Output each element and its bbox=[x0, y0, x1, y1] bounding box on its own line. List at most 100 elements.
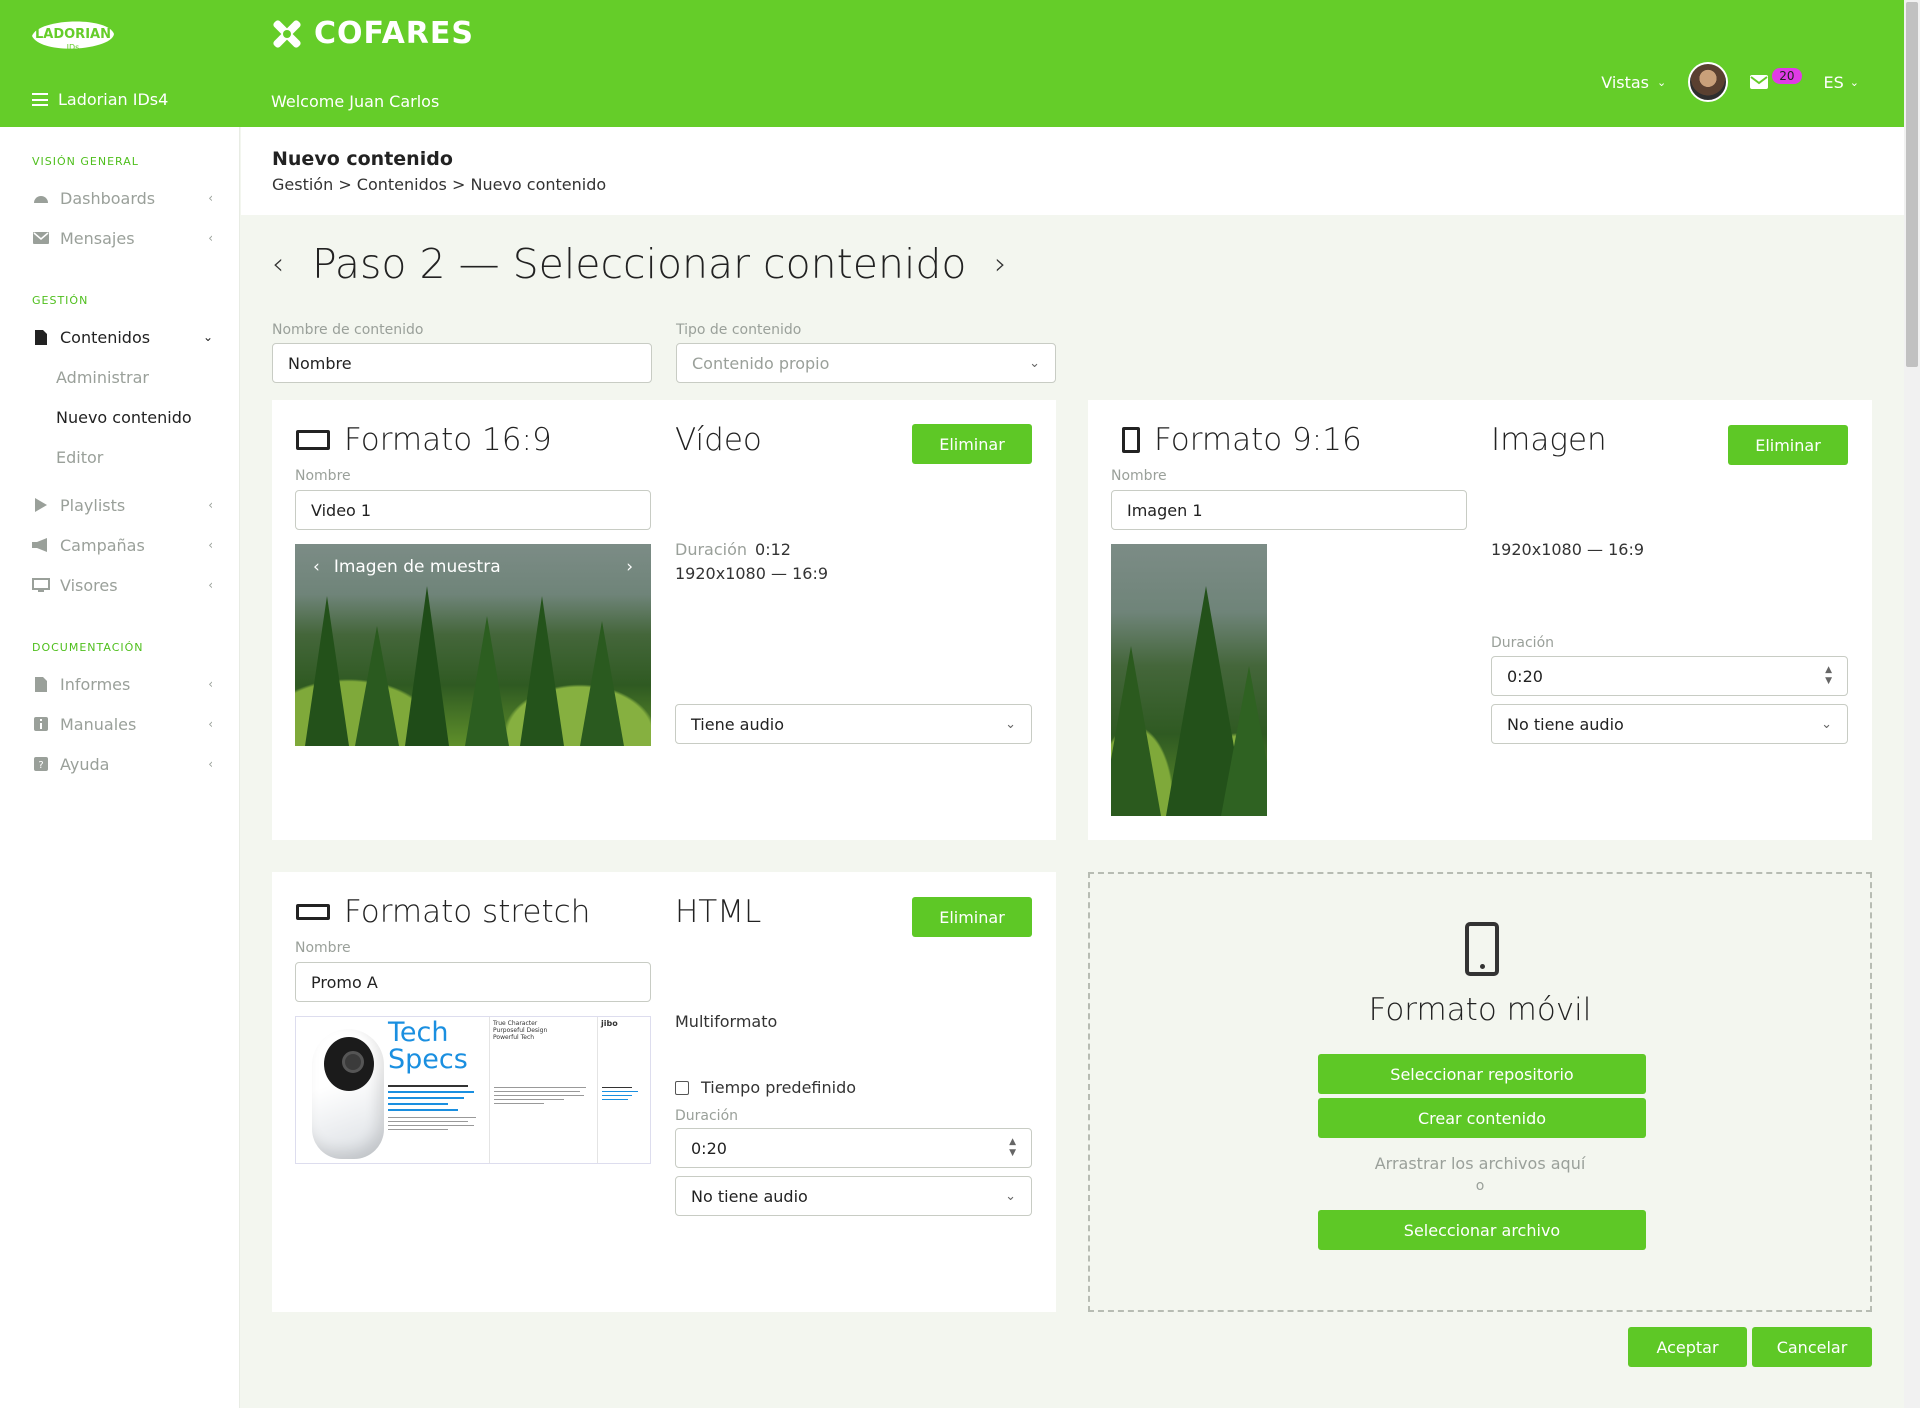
svg-text:?: ? bbox=[38, 760, 43, 771]
number-spinner-icon[interactable]: ▲ ▼ bbox=[1825, 665, 1832, 687]
mobile-format-dropzone[interactable]: Formato móvil Seleccionar repositorio Cr… bbox=[1088, 872, 1872, 1312]
default-time-checkbox-row[interactable]: Tiempo predefinido bbox=[675, 1078, 856, 1097]
document-icon bbox=[32, 329, 50, 345]
portrait-screen-icon bbox=[1122, 427, 1140, 453]
language-dropdown[interactable]: ES ⌄ bbox=[1824, 73, 1859, 92]
select-repository-button[interactable]: Seleccionar repositorio bbox=[1318, 1054, 1646, 1094]
select-file-button[interactable]: Seleccionar archivo bbox=[1318, 1210, 1646, 1250]
sidebar-item-visores[interactable]: Visores ‹ bbox=[0, 565, 239, 605]
sidebar-section-documentacion: DOCUMENTACIÓN bbox=[32, 641, 144, 654]
sidebar-item-label: Ayuda bbox=[60, 754, 110, 774]
techspecs-column-2: True Character Purposeful Design Powerfu… bbox=[489, 1017, 597, 1163]
sidebar-item-label: Playlists bbox=[60, 495, 126, 515]
header-right-controls: Vistas ⌄ 20 ES ⌄ bbox=[1601, 62, 1859, 102]
chevron-down-icon: ⌄ bbox=[1821, 716, 1832, 732]
techspecs-column-3: jibo bbox=[597, 1017, 650, 1163]
sidebar-subitem-administrar[interactable]: Administrar bbox=[0, 357, 239, 397]
sidebar-section-gestion: GESTIÓN bbox=[32, 294, 89, 307]
mobile-format-title: Formato móvil bbox=[1368, 992, 1592, 1028]
chevron-left-icon: ‹ bbox=[208, 231, 213, 245]
content-type-label: Tipo de contenido bbox=[676, 322, 802, 338]
info-icon bbox=[32, 717, 50, 731]
chevron-left-icon[interactable]: ‹ bbox=[313, 557, 320, 577]
app-menu-toggle[interactable]: Ladorian IDs4 bbox=[32, 90, 168, 109]
image-carousel-caption: ‹ Imagen de muestra › bbox=[295, 544, 651, 590]
dashboard-gauge-icon bbox=[32, 191, 50, 205]
app-name-label: Ladorian IDs4 bbox=[58, 90, 169, 109]
sidebar-item-label: Mensajes bbox=[60, 228, 135, 248]
messages-button[interactable]: 20 bbox=[1750, 68, 1802, 90]
client-logo: COFARES bbox=[270, 16, 474, 51]
image-caption-text: Imagen de muestra bbox=[333, 557, 501, 577]
report-document-icon bbox=[32, 676, 50, 692]
content-name-input[interactable]: Nombre bbox=[272, 343, 652, 383]
sidebar-item-label: Campañas bbox=[60, 535, 145, 555]
sidebar-item-mensajes[interactable]: Mensajes ‹ bbox=[0, 218, 239, 258]
video-name-input[interactable]: Video 1 bbox=[295, 490, 651, 530]
duration-value: 0:20 bbox=[1507, 666, 1543, 686]
sidebar-item-dashboards[interactable]: Dashboards ‹ bbox=[0, 178, 239, 218]
video-audio-select[interactable]: Tiene audio ⌄ bbox=[675, 704, 1032, 744]
step-title: Paso 2 — Seleccionar contenido bbox=[312, 240, 967, 288]
sidebar-item-contenidos[interactable]: Contenidos ⌄ bbox=[0, 317, 239, 357]
create-content-button[interactable]: Crear contenido bbox=[1318, 1098, 1646, 1138]
image-audio-select[interactable]: No tiene audio ⌄ bbox=[1491, 704, 1848, 744]
chevron-down-icon: ⌄ bbox=[202, 330, 213, 344]
html-duration-input[interactable]: 0:20 ▲ ▼ bbox=[675, 1128, 1032, 1168]
vistas-dropdown[interactable]: Vistas ⌄ bbox=[1601, 73, 1666, 92]
content-type-placeholder: Contenido propio bbox=[692, 353, 830, 373]
chevron-down-icon: ⌄ bbox=[1657, 75, 1667, 89]
sidebar-item-label: Visores bbox=[60, 575, 118, 595]
chevron-left-icon: ‹ bbox=[208, 578, 213, 592]
page-scrollbar[interactable] bbox=[1904, 0, 1920, 1408]
accept-button[interactable]: Aceptar bbox=[1628, 1327, 1747, 1367]
sidebar: VISIÓN GENERAL Dashboards ‹ Mensajes ‹ G… bbox=[0, 127, 240, 1408]
sidebar-item-label: Manuales bbox=[60, 714, 137, 734]
robot-product-image bbox=[312, 1029, 384, 1159]
delete-9-16-button[interactable]: Eliminar bbox=[1728, 425, 1848, 465]
top-header: LADORIAN IDs Ladorian IDs4 COFARES Welco… bbox=[0, 0, 1904, 127]
brand-text: LADORIAN bbox=[35, 27, 111, 42]
sidebar-item-campanas[interactable]: Campañas ‹ bbox=[0, 525, 239, 565]
page-header: Nuevo contenido Gestión > Contenidos > N… bbox=[241, 127, 1904, 215]
cancel-button[interactable]: Cancelar bbox=[1752, 1327, 1872, 1367]
image-duration-input[interactable]: 0:20 ▲ ▼ bbox=[1491, 656, 1848, 696]
image-name-input[interactable]: Imagen 1 bbox=[1111, 490, 1467, 530]
sidebar-item-informes[interactable]: Informes ‹ bbox=[0, 664, 239, 704]
chevron-right-icon[interactable]: › bbox=[626, 557, 633, 577]
sidebar-item-manuales[interactable]: Manuales ‹ bbox=[0, 704, 239, 744]
chevron-down-icon: ⌄ bbox=[1005, 716, 1016, 732]
sidebar-item-ayuda[interactable]: ? Ayuda ‹ bbox=[0, 744, 239, 784]
sidebar-item-playlists[interactable]: Playlists ‹ bbox=[0, 485, 239, 525]
html-name-input[interactable]: Promo A bbox=[295, 962, 651, 1002]
monitor-icon bbox=[32, 578, 50, 592]
default-time-checkbox[interactable] bbox=[675, 1080, 689, 1095]
number-spinner-icon[interactable]: ▲ ▼ bbox=[1009, 1137, 1016, 1159]
delete-16-9-button[interactable]: Eliminar bbox=[912, 424, 1032, 464]
content-name-label: Nombre de contenido bbox=[272, 322, 424, 338]
sidebar-subitem-nuevo-contenido[interactable]: Nuevo contenido bbox=[0, 397, 239, 437]
language-label: ES bbox=[1823, 72, 1844, 92]
content-type-select[interactable]: Contenido propio ⌄ bbox=[676, 343, 1056, 383]
next-step-arrow-icon[interactable]: › bbox=[994, 247, 1006, 282]
audio-value: No tiene audio bbox=[1507, 714, 1624, 734]
user-avatar[interactable] bbox=[1688, 62, 1729, 102]
scrollbar-thumb[interactable] bbox=[1906, 2, 1918, 367]
format-16-9-card: Formato 16:9 Vídeo Eliminar Nombre Video… bbox=[272, 400, 1056, 840]
vistas-label: Vistas bbox=[1601, 72, 1650, 92]
delete-stretch-button[interactable]: Eliminar bbox=[912, 897, 1032, 937]
format-16-9-title: Formato 16:9 bbox=[296, 422, 552, 458]
chevron-left-icon: ‹ bbox=[208, 498, 213, 512]
welcome-text: Welcome Juan Carlos bbox=[271, 92, 440, 111]
ladorian-logo[interactable]: LADORIAN IDs bbox=[28, 14, 118, 58]
mail-count-badge: 20 bbox=[1772, 68, 1802, 84]
sidebar-subitem-editor[interactable]: Editor bbox=[0, 437, 239, 477]
format-stretch-title: Formato stretch bbox=[296, 894, 590, 930]
chevron-left-icon: ‹ bbox=[208, 191, 213, 205]
html-audio-select[interactable]: No tiene audio ⌄ bbox=[675, 1176, 1032, 1216]
mobile-phone-icon bbox=[1465, 922, 1499, 976]
chevron-left-icon: ‹ bbox=[208, 717, 213, 731]
previous-step-arrow-icon[interactable]: ‹ bbox=[272, 247, 284, 282]
format-title-text: Formato 16:9 bbox=[344, 422, 552, 458]
image-name-value: Imagen 1 bbox=[1127, 500, 1203, 520]
